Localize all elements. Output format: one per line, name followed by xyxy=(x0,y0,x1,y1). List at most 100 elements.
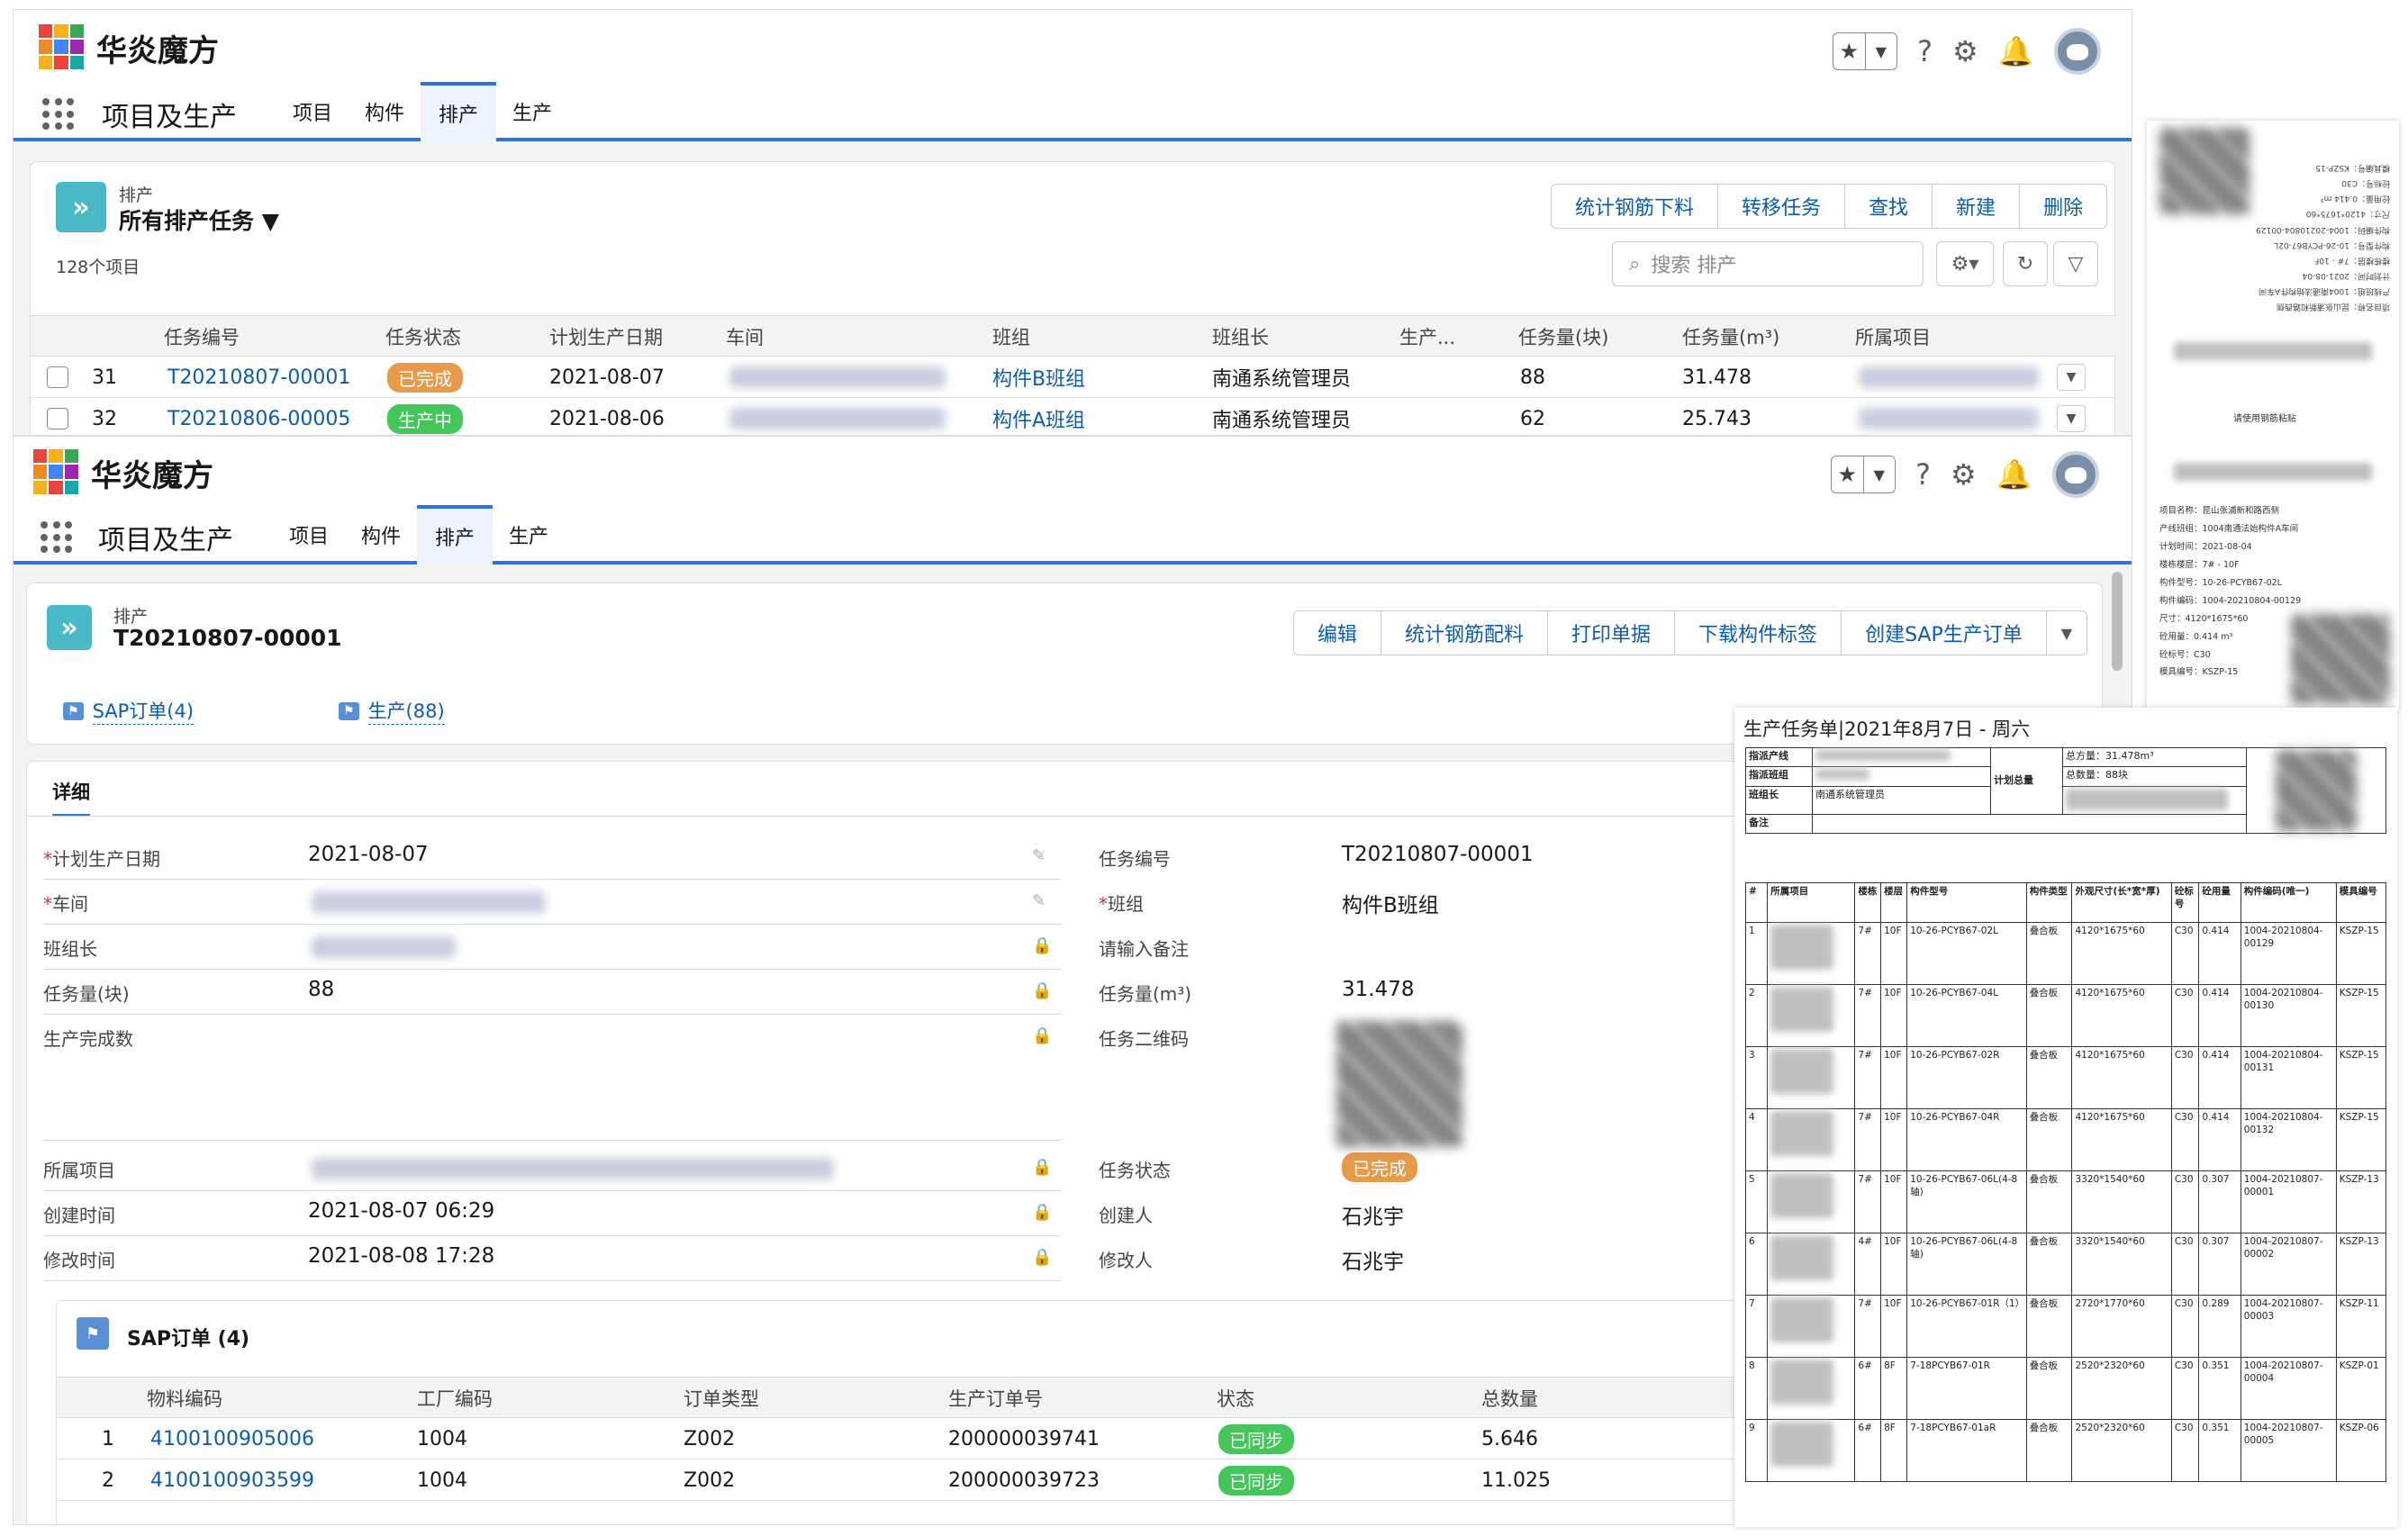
sheet-cell: 叠合板 xyxy=(2025,1233,2073,1296)
task-number-link[interactable]: T20210806-00005 xyxy=(167,398,350,435)
team-link[interactable]: 构件A班组 xyxy=(992,398,1085,435)
field-divider xyxy=(43,969,1061,970)
search-input[interactable]: ⌕ 搜索 排产 xyxy=(1612,241,1924,286)
material-link[interactable]: 4100100905006 xyxy=(150,1418,314,1459)
download-labels-button[interactable]: 下载构件标签 xyxy=(1674,611,1841,655)
edit-button[interactable]: 编辑 xyxy=(1294,611,1381,655)
column-header[interactable]: 任务编号 xyxy=(164,316,240,357)
favorites-button[interactable]: ★ ▼ xyxy=(1833,32,1897,70)
sheet-cell: 1004-20210807-00002 xyxy=(2240,1233,2337,1296)
app-launcher-icon[interactable] xyxy=(42,98,75,131)
avatar[interactable] xyxy=(2053,28,2101,75)
column-header[interactable]: 班组长 xyxy=(1212,316,1269,357)
tab-scheduling[interactable]: 排产 xyxy=(417,505,493,565)
bell-icon[interactable]: 🔔 xyxy=(1996,460,2032,489)
field-value-link[interactable]: 构件B班组 xyxy=(1342,888,1439,918)
label-redacted xyxy=(2174,342,2372,360)
field-label-text: 所属项目 xyxy=(43,1160,115,1181)
project-redacted xyxy=(1859,398,2039,435)
column-header[interactable]: 所属项目 xyxy=(1855,316,1931,357)
workshop-redacted xyxy=(729,357,946,398)
bell-icon[interactable]: 🔔 xyxy=(1998,37,2034,66)
gear-icon[interactable]: ⚙ xyxy=(1951,460,1977,489)
tab-project[interactable]: 项目 xyxy=(276,82,349,141)
field-label: 任务编号 xyxy=(1099,845,1171,871)
row-checkbox[interactable] xyxy=(47,357,68,398)
refresh-button[interactable]: ↻ xyxy=(2003,241,2048,286)
team-link[interactable]: 构件B班组 xyxy=(992,357,1085,398)
sheet-cell: 8F xyxy=(1880,1419,1908,1482)
find-button[interactable]: 查找 xyxy=(1844,185,1932,228)
row-action-menu[interactable]: ▼ xyxy=(2057,357,2086,398)
tab-production[interactable]: 生产 xyxy=(496,82,568,141)
transfer-task-button[interactable]: 转移任务 xyxy=(1717,185,1844,228)
field-value-link[interactable]: 石兆宇 xyxy=(1342,1244,1404,1275)
pencil-icon[interactable]: ✎ xyxy=(1032,846,1046,865)
delete-button[interactable]: 删除 xyxy=(2019,185,2106,228)
related-link-sap[interactable]: ⚑ SAP订单(4) xyxy=(63,697,195,725)
field-label: 创建时间 xyxy=(43,1201,115,1227)
column-header[interactable]: 状态 xyxy=(1217,1378,1254,1419)
column-header[interactable]: 总数量 xyxy=(1481,1378,1538,1419)
pencil-icon[interactable]: ✎ xyxy=(1032,891,1046,910)
print-doc-button[interactable]: 打印单据 xyxy=(1547,611,1674,655)
row-action-menu[interactable]: ▼ xyxy=(2057,398,2086,435)
column-header[interactable]: 生产订单号 xyxy=(948,1378,1043,1419)
status-badge: 生产中 xyxy=(387,398,463,435)
sheet-column-header: 构件型号 xyxy=(1906,882,2027,923)
column-header[interactable]: 任务量(m³) xyxy=(1682,316,1779,357)
column-header[interactable]: 车间 xyxy=(726,316,764,357)
list-table: 任务编号 任务状态 计划生产日期 车间 班组 班组长 生产... 任务量(块) … xyxy=(31,315,2116,435)
related-link-production[interactable]: ⚑ 生产(88) xyxy=(339,697,445,725)
help-icon[interactable]: ? xyxy=(1917,37,1933,66)
help-icon[interactable]: ? xyxy=(1915,460,1931,489)
table-row[interactable]: 32 T20210806-00005 生产中 2021-08-06 构件A班组 … xyxy=(31,398,2116,435)
list-settings-button[interactable]: ⚙▾ xyxy=(1936,241,1994,286)
task-number-link[interactable]: T20210807-00001 xyxy=(167,357,350,398)
sheet-cell: 10F xyxy=(1880,1233,1908,1296)
tab-component[interactable]: 构件 xyxy=(349,82,421,141)
new-button[interactable]: 新建 xyxy=(1932,185,2019,228)
column-header[interactable]: 任务状态 xyxy=(385,316,461,357)
sheet-column-header: 外观尺寸(长*宽*厚) xyxy=(2071,882,2172,923)
material-link[interactable]: 4100100903599 xyxy=(150,1459,314,1501)
scrollbar[interactable] xyxy=(2112,572,2123,671)
sheet-cell: 10F xyxy=(1880,922,1908,985)
rebar-batch-button[interactable]: 统计钢筋配料 xyxy=(1381,611,1547,655)
field-value-link[interactable]: 石兆宇 xyxy=(1342,1199,1404,1230)
tab-scheduling[interactable]: 排产 xyxy=(421,82,496,141)
column-header[interactable]: 物料编码 xyxy=(147,1378,222,1419)
object-label: 排产 xyxy=(113,607,149,627)
avatar[interactable] xyxy=(2051,451,2099,498)
rebar-stats-button[interactable]: 统计钢筋下料 xyxy=(1552,185,1717,228)
column-header[interactable]: 生产... xyxy=(1399,316,1455,357)
column-header[interactable]: 订单类型 xyxy=(683,1378,759,1419)
sheet-cell: 10F xyxy=(1880,1170,1908,1233)
row-checkbox[interactable] xyxy=(47,398,68,435)
tab-details[interactable]: 详细 xyxy=(52,778,90,817)
refresh-icon: ↻ xyxy=(2016,252,2034,276)
column-header[interactable]: 工厂编码 xyxy=(417,1378,493,1419)
star-icon: ★ xyxy=(1837,462,1857,487)
tab-project[interactable]: 项目 xyxy=(273,505,345,565)
sheet-cell: 10-26-PCYB67-04L xyxy=(1906,984,2027,1047)
field-label-text: 车间 xyxy=(52,893,88,915)
column-header[interactable]: 班组 xyxy=(992,316,1030,357)
field-label-text: 任务量(块) xyxy=(43,983,130,1005)
app-launcher-icon[interactable] xyxy=(41,521,73,554)
sheet-cell-project-redacted xyxy=(1767,922,1856,985)
sap-title: SAP订单 (4) xyxy=(127,1328,250,1351)
required-marker: * xyxy=(1099,893,1108,915)
column-header[interactable]: 计划生产日期 xyxy=(549,316,663,357)
column-header[interactable]: 任务量(块) xyxy=(1518,316,1608,357)
sheet-cell-project-redacted xyxy=(1767,1108,1856,1171)
create-sap-order-button[interactable]: 创建SAP生产订单 xyxy=(1841,611,2046,655)
favorites-button[interactable]: ★ ▼ xyxy=(1831,456,1896,493)
table-row[interactable]: 31 T20210807-00001 已完成 2021-08-07 构件B班组 … xyxy=(31,357,2116,398)
gear-icon[interactable]: ⚙ xyxy=(1952,37,1978,66)
tab-component[interactable]: 构件 xyxy=(345,505,417,565)
filter-button[interactable]: ▽ xyxy=(2053,241,2098,286)
tab-production[interactable]: 生产 xyxy=(493,505,565,565)
list-view-selector[interactable]: 所有排产任务 ▼ xyxy=(119,203,279,236)
more-actions-button[interactable]: ▼ xyxy=(2045,611,2087,655)
